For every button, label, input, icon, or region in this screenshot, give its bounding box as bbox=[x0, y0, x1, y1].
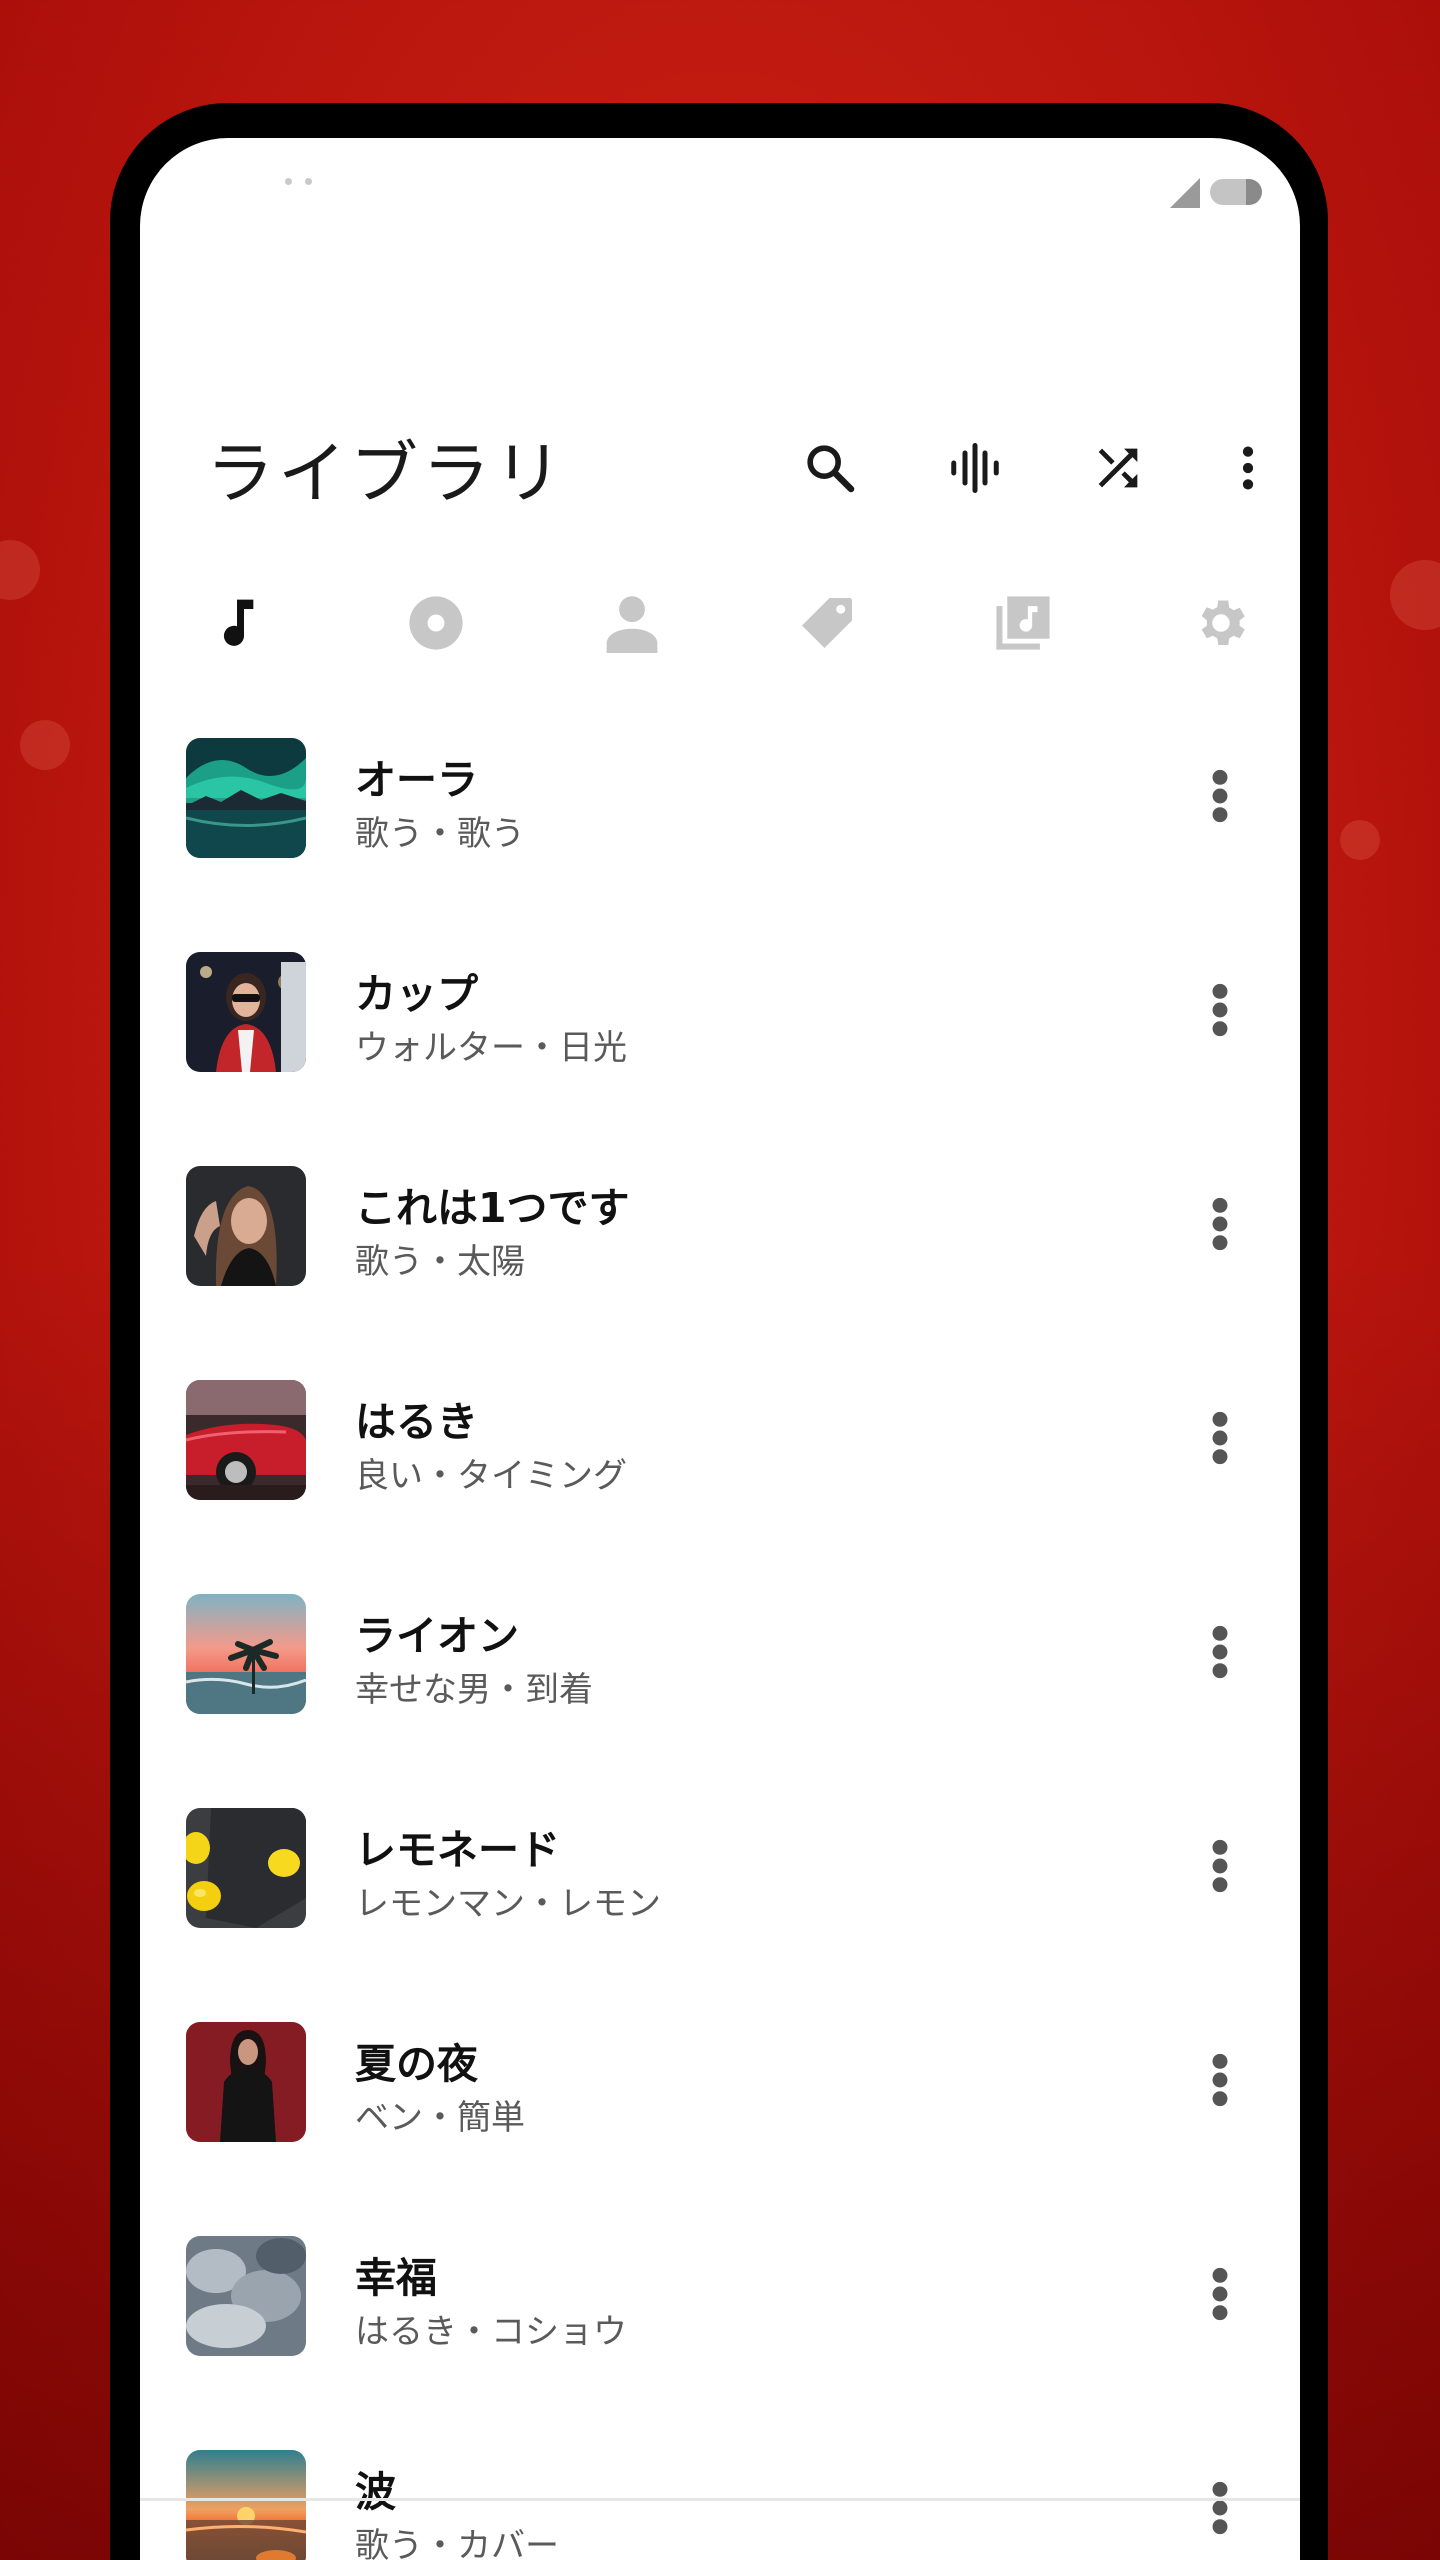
tab-songs[interactable] bbox=[182, 568, 292, 678]
more-vert-icon bbox=[1212, 2267, 1228, 2321]
more-vert-icon bbox=[1212, 983, 1228, 1037]
search-icon bbox=[807, 445, 855, 493]
song-more-button[interactable] bbox=[1190, 746, 1250, 846]
song-more-button[interactable] bbox=[1190, 2244, 1250, 2344]
more-vert-icon bbox=[1212, 2053, 1228, 2107]
more-vert-icon bbox=[1212, 1625, 1228, 1679]
song-more-button[interactable] bbox=[1190, 1388, 1250, 1488]
list-item[interactable]: ライオン 幸せな男・到着 bbox=[140, 1564, 1300, 1778]
list-item[interactable]: カップ ウォルター・日光 bbox=[140, 922, 1300, 1136]
more-options-button[interactable] bbox=[1208, 428, 1288, 508]
song-title: 幸福 bbox=[355, 2254, 437, 2302]
song-more-button[interactable] bbox=[1190, 960, 1250, 1060]
shuffle-icon bbox=[1098, 448, 1138, 488]
more-vert-icon bbox=[1212, 1197, 1228, 1251]
tab-artists[interactable] bbox=[577, 568, 687, 678]
app-screen: ライブラリ オーラ 歌う・歌う カップ ウォルター・日光 これは1つです 歌う・… bbox=[140, 138, 1300, 2560]
album-art bbox=[186, 1594, 306, 1714]
song-artist-album: ウォルター・日光 bbox=[355, 1028, 627, 1068]
song-artist-album: 良い・タイミング bbox=[355, 1456, 627, 1496]
background-bokeh bbox=[20, 720, 70, 770]
song-title: カップ bbox=[355, 970, 478, 1018]
background-bokeh bbox=[0, 540, 40, 600]
album-art bbox=[186, 1808, 306, 1928]
song-more-button[interactable] bbox=[1190, 1816, 1250, 1916]
more-vert-icon bbox=[1212, 2481, 1228, 2535]
list-item[interactable]: はるき 良い・タイミング bbox=[140, 1350, 1300, 1564]
person-icon bbox=[606, 596, 658, 653]
page-title: ライブラリ bbox=[206, 435, 567, 514]
tab-albums[interactable] bbox=[381, 568, 491, 678]
song-artist-album: ベン・簡単 bbox=[355, 2098, 525, 2138]
battery-icon bbox=[1210, 179, 1262, 205]
more-vert-icon bbox=[1212, 1411, 1228, 1465]
list-item[interactable]: これは1つです 歌う・太陽 bbox=[140, 1136, 1300, 1350]
song-title: オーラ bbox=[355, 756, 478, 804]
list-item[interactable]: 幸福 はるき・コショウ bbox=[140, 2206, 1300, 2420]
divider bbox=[140, 2498, 1300, 2501]
song-artist-album: 歌う・歌う bbox=[355, 814, 525, 854]
background-bokeh bbox=[1390, 560, 1440, 630]
song-more-button[interactable] bbox=[1190, 1174, 1250, 1274]
song-title: レモネード bbox=[355, 1826, 560, 1874]
equalizer-icon bbox=[951, 443, 999, 493]
app-bar: ライブラリ bbox=[140, 368, 1300, 514]
song-title: これは1つです bbox=[355, 1184, 630, 1232]
tab-genres[interactable] bbox=[772, 568, 882, 678]
tab-settings[interactable] bbox=[1166, 568, 1276, 678]
gear-icon bbox=[1201, 600, 1245, 645]
more-vert-icon bbox=[1212, 1839, 1228, 1893]
album-art bbox=[186, 2450, 306, 2560]
song-more-button[interactable] bbox=[1190, 1602, 1250, 1702]
signal-icon bbox=[1170, 178, 1200, 208]
album-art bbox=[186, 952, 306, 1072]
library-tabs bbox=[140, 568, 1300, 678]
playlist-icon bbox=[996, 596, 1050, 650]
song-artist-album: 幸せな男・到着 bbox=[355, 1670, 593, 1710]
song-title: 波 bbox=[355, 2468, 396, 2516]
list-item[interactable]: オーラ 歌う・歌う bbox=[140, 708, 1300, 922]
song-more-button[interactable] bbox=[1190, 2458, 1250, 2558]
notification-dots-icon bbox=[285, 178, 325, 188]
song-title: ライオン bbox=[355, 1612, 519, 1660]
song-artist-album: 歌う・太陽 bbox=[355, 1242, 525, 1282]
song-title: 夏の夜 bbox=[355, 2040, 478, 2088]
status-bar bbox=[140, 138, 1300, 238]
music-note-icon bbox=[223, 599, 254, 646]
song-artist-album: はるき・コショウ bbox=[355, 2312, 627, 2352]
list-item[interactable]: 夏の夜 ベン・簡単 bbox=[140, 1992, 1300, 2206]
album-icon bbox=[409, 596, 463, 650]
list-item[interactable]: レモネード レモンマン・レモン bbox=[140, 1778, 1300, 1992]
shuffle-button[interactable] bbox=[1078, 428, 1158, 508]
more-vert-icon bbox=[1242, 446, 1254, 490]
album-art bbox=[186, 2236, 306, 2356]
song-more-button[interactable] bbox=[1190, 2030, 1250, 2130]
equalizer-button[interactable] bbox=[935, 428, 1015, 508]
song-title: はるき bbox=[355, 1398, 478, 1446]
more-vert-icon bbox=[1212, 769, 1228, 823]
album-art bbox=[186, 1166, 306, 1286]
tag-icon bbox=[802, 598, 852, 648]
song-artist-album: レモンマン・レモン bbox=[355, 1884, 661, 1924]
background-bokeh bbox=[1340, 820, 1380, 860]
album-art bbox=[186, 2022, 306, 2142]
album-art bbox=[186, 1380, 306, 1500]
list-item[interactable]: 波 歌う・カバー bbox=[140, 2420, 1300, 2560]
album-art bbox=[186, 738, 306, 858]
tab-playlists[interactable] bbox=[968, 568, 1078, 678]
search-button[interactable] bbox=[790, 428, 870, 508]
song-artist-album: 歌う・カバー bbox=[355, 2526, 559, 2560]
